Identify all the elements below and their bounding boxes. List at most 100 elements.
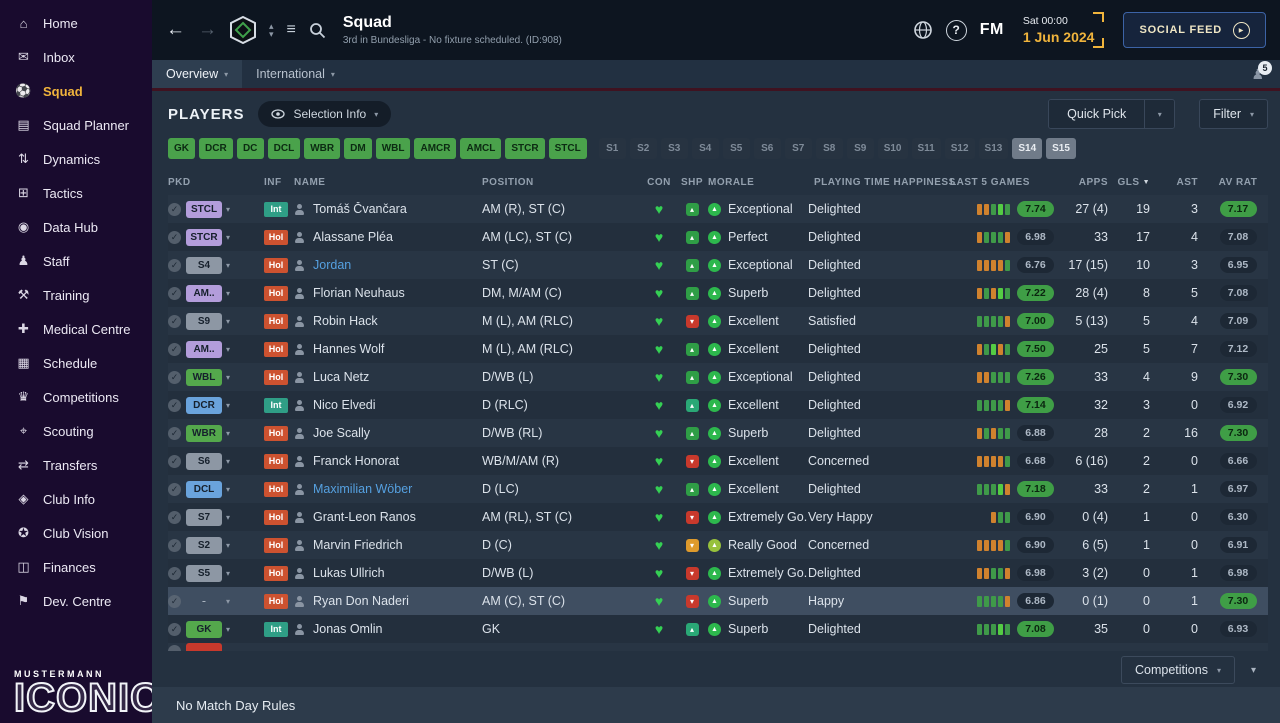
position-filter-s5[interactable]: S5 bbox=[722, 137, 750, 159]
position-filter-s6[interactable]: S6 bbox=[753, 137, 781, 159]
pkd-dropdown-icon[interactable]: ▾ bbox=[226, 401, 230, 410]
position-filter-s8[interactable]: S8 bbox=[815, 137, 843, 159]
pkd-dropdown-icon[interactable]: ▾ bbox=[226, 457, 230, 466]
pkd-dropdown-icon[interactable]: ▾ bbox=[226, 261, 230, 270]
advice-icon[interactable]: ♟ 5 bbox=[1251, 60, 1272, 83]
sidebar-item-staff[interactable]: ♟ Staff bbox=[0, 244, 152, 278]
player-row[interactable]: ✓ STCR ▾ Hol Alassane Pléa AM (LC), ST (C) ♥ ▴ ▲… bbox=[168, 223, 1268, 251]
menu-icon[interactable]: ≡ bbox=[287, 21, 296, 39]
competitions-dropdown[interactable]: Competitions ▾ bbox=[1121, 656, 1235, 684]
pkd-dropdown-icon[interactable]: ▾ bbox=[226, 513, 230, 522]
player-row[interactable]: ✓ S6 ▾ Hol Franck Honorat WB/M/AM (R) ♥ ▾ ▲ Excel… bbox=[168, 447, 1268, 475]
pkd-badge[interactable]: WBR bbox=[186, 424, 222, 442]
pkd-dropdown-icon[interactable]: ▾ bbox=[226, 625, 230, 634]
player-name[interactable]: Ryan Don Naderi bbox=[313, 594, 409, 608]
pkd-dropdown-icon[interactable]: ▾ bbox=[226, 569, 230, 578]
player-row[interactable]: ✓ AM.. ▾ Hol Florian Neuhaus DM, M/AM (C) ♥ ▴ ▲ S… bbox=[168, 279, 1268, 307]
sidebar-item-dev-centre[interactable]: ⚑ Dev. Centre bbox=[0, 584, 152, 618]
pkd-dropdown-icon[interactable]: ▾ bbox=[226, 429, 230, 438]
social-feed-button[interactable]: SOCIAL FEED ▶ bbox=[1123, 12, 1266, 48]
position-filter-s4[interactable]: S4 bbox=[691, 137, 719, 159]
pkd-dropdown-icon[interactable]: ▾ bbox=[226, 541, 230, 550]
player-row[interactable]: ✓ S2 ▾ Hol Marvin Friedrich D (C) ♥ ▾ ▲ Really Go… bbox=[168, 531, 1268, 559]
player-row[interactable]: ✓ STCL ▾ Int Tomáš Čvančara AM (R), ST (C) ♥ ▴ ▲… bbox=[168, 195, 1268, 223]
player-row[interactable]: ✓ WBL ▾ Hol Luca Netz D/WB (L) ♥ ▴ ▲ Exceptional D… bbox=[168, 363, 1268, 391]
column-header-gls[interactable]: GLS ▼ bbox=[1118, 177, 1160, 188]
back-arrow-icon[interactable]: ← bbox=[166, 19, 185, 41]
column-header-shp[interactable]: SHP bbox=[676, 177, 708, 188]
pkd-dropdown-icon[interactable]: ▾ bbox=[226, 205, 230, 214]
sidebar-item-dynamics[interactable]: ⇅ Dynamics bbox=[0, 142, 152, 176]
pkd-badge[interactable]: S5 bbox=[186, 564, 222, 582]
column-header-morale[interactable]: MORALE bbox=[708, 177, 808, 188]
column-header-pkd[interactable]: PKD bbox=[168, 177, 264, 188]
position-filter-wbr[interactable]: WBR bbox=[304, 137, 341, 159]
pkd-badge[interactable]: S9 bbox=[186, 312, 222, 330]
player-row[interactable]: ✓ GK ▾ Int Jonas Omlin GK ♥ ▴ ▲ Superb Delighted 7.… bbox=[168, 615, 1268, 643]
sidebar-item-training[interactable]: ⚒ Training bbox=[0, 278, 152, 312]
position-filter-s13[interactable]: S13 bbox=[978, 137, 1009, 159]
row-check-icon[interactable]: ✓ bbox=[168, 342, 181, 356]
player-row[interactable]: ✓ S4 ▾ Hol Jordan ST (C) ♥ ▴ ▲ Exceptional Delight… bbox=[168, 251, 1268, 279]
sidebar-item-scouting[interactable]: ⌖ Scouting bbox=[0, 414, 152, 448]
position-filter-s1[interactable]: S1 bbox=[598, 137, 626, 159]
row-check-icon[interactable]: ✓ bbox=[168, 202, 181, 216]
position-filter-amcr[interactable]: AMCR bbox=[414, 137, 457, 159]
sidebar-item-squad-planner[interactable]: ▤ Squad Planner bbox=[0, 108, 152, 142]
position-filter-dcr[interactable]: DCR bbox=[199, 137, 233, 159]
selection-info-dropdown[interactable]: Selection Info ▾ bbox=[258, 101, 392, 127]
row-check-icon[interactable]: ✓ bbox=[168, 538, 181, 552]
column-header-position[interactable]: POSITION bbox=[482, 177, 642, 188]
row-check-icon[interactable]: ✓ bbox=[168, 426, 181, 440]
sidebar-item-home[interactable]: ⌂ Home bbox=[0, 6, 152, 40]
pkd-badge[interactable]: STCL bbox=[186, 200, 222, 218]
filter-button[interactable]: Filter ▾ bbox=[1199, 99, 1268, 129]
pkd-badge[interactable]: AM.. bbox=[186, 340, 222, 358]
column-header-con[interactable]: CON bbox=[642, 177, 676, 188]
sidebar-item-finances[interactable]: ◫ Finances bbox=[0, 550, 152, 584]
column-header-ast[interactable]: AST bbox=[1160, 177, 1208, 188]
row-check-icon[interactable]: ✓ bbox=[168, 566, 181, 580]
row-check-icon[interactable]: ✓ bbox=[168, 622, 181, 636]
position-filter-s9[interactable]: S9 bbox=[846, 137, 874, 159]
position-filter-s2[interactable]: S2 bbox=[629, 137, 657, 159]
player-name[interactable]: Nico Elvedi bbox=[313, 398, 376, 412]
position-filter-stcl[interactable]: STCL bbox=[548, 137, 587, 159]
pkd-badge[interactable]: S7 bbox=[186, 508, 222, 526]
player-name[interactable]: Jonas Omlin bbox=[313, 622, 382, 636]
pkd-dropdown-icon[interactable]: ▾ bbox=[226, 373, 230, 382]
pkd-badge[interactable]: GK bbox=[186, 620, 222, 638]
row-check-icon[interactable]: ✓ bbox=[168, 258, 181, 272]
sidebar-item-medical-centre[interactable]: ✚ Medical Centre bbox=[0, 312, 152, 346]
player-row[interactable]: ✓ S9 ▾ Hol Robin Hack M (L), AM (RLC) ♥ ▾ ▲ Excel… bbox=[168, 307, 1268, 335]
player-name[interactable]: Luca Netz bbox=[313, 370, 369, 384]
pkd-badge[interactable]: S6 bbox=[186, 452, 222, 470]
column-header-happiness[interactable]: PLAYING TIME HAPPINESS bbox=[808, 177, 955, 188]
tab-overview[interactable]: Overview ▾ bbox=[152, 60, 243, 88]
player-name[interactable]: Joe Scally bbox=[313, 426, 370, 440]
player-row[interactable]: ✓ DCL ▾ Hol Maximilian Wöber D (LC) ♥ ▴ ▲ Excelle… bbox=[168, 475, 1268, 503]
pkd-dropdown-icon[interactable]: ▾ bbox=[226, 485, 230, 494]
sidebar-item-tactics[interactable]: ⊞ Tactics bbox=[0, 176, 152, 210]
player-name[interactable]: Robin Hack bbox=[313, 314, 378, 328]
row-check-icon[interactable]: ✓ bbox=[168, 230, 181, 244]
position-filter-s14[interactable]: S14 bbox=[1012, 137, 1043, 159]
player-name[interactable]: Marvin Friedrich bbox=[313, 538, 403, 552]
pkd-dropdown-icon[interactable]: ▾ bbox=[226, 597, 230, 606]
row-check-icon[interactable]: ✓ bbox=[168, 286, 181, 300]
sidebar-item-transfers[interactable]: ⇄ Transfers bbox=[0, 448, 152, 482]
row-check-icon[interactable]: ✓ bbox=[168, 482, 181, 496]
sidebar-item-competitions[interactable]: ♛ Competitions bbox=[0, 380, 152, 414]
player-row[interactable]: ✓ AM.. ▾ Hol Hannes Wolf M (L), AM (RLC) ♥ ▴ ▲ Ex… bbox=[168, 335, 1268, 363]
collapse-chevron-icon[interactable]: ▾ bbox=[1245, 665, 1262, 676]
position-filter-s15[interactable]: S15 bbox=[1046, 137, 1076, 159]
player-name[interactable]: Franck Honorat bbox=[313, 454, 399, 468]
position-filter-dcl[interactable]: DCL bbox=[267, 137, 301, 159]
position-filter-amcl[interactable]: AMCL bbox=[460, 137, 502, 159]
search-icon[interactable] bbox=[309, 22, 326, 39]
position-filter-gk[interactable]: GK bbox=[168, 137, 195, 159]
position-filter-s12[interactable]: S12 bbox=[944, 137, 975, 159]
sidebar-item-club-info[interactable]: ◈ Club Info bbox=[0, 482, 152, 516]
world-news-icon[interactable] bbox=[913, 20, 933, 40]
position-filter-s11[interactable]: S11 bbox=[911, 137, 941, 159]
